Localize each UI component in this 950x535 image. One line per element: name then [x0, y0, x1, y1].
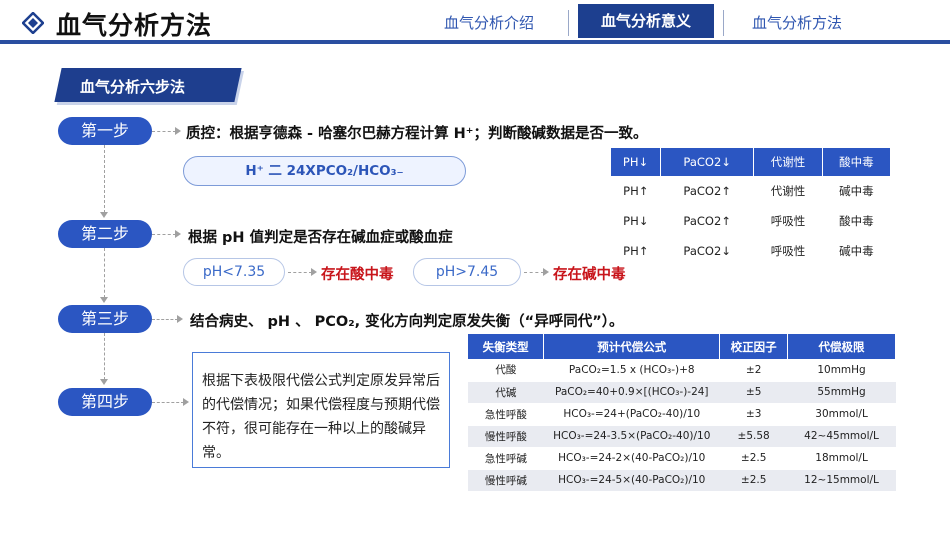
connector-line: [152, 234, 176, 235]
table-header: 代谢性: [753, 148, 823, 176]
table-cell: 碱中毒: [839, 184, 874, 198]
table-cell: 代酸: [468, 359, 544, 382]
table-header: 酸中毒: [822, 148, 892, 176]
table-cell: 呼吸性: [770, 214, 806, 228]
arrow-down-icon: [100, 379, 108, 385]
table-cell: ±5: [719, 381, 788, 404]
table-cell: 急性呼碱: [468, 447, 544, 470]
table-row: 急性呼碱 HCO₃-=24-2×(40-PaCO₂)/10 ±2.5 18mmo…: [468, 447, 896, 470]
table-cell: 呼吸性: [770, 244, 806, 258]
acidosis-result: 存在酸中毒: [321, 267, 394, 283]
arrow-down-icon: [100, 212, 108, 218]
table-row: 慢性呼酸 HCO₃-=24-3.5×(PaCO₂-40)/10 ±5.58 42…: [468, 425, 896, 448]
connector-line: [524, 272, 544, 273]
table-cell: 55mmHg: [787, 381, 896, 404]
connector-line: [152, 402, 184, 403]
table-cell: 10mmHg: [787, 359, 896, 382]
table-cell: HCO₃-=24-2×(40-PaCO₂)/10: [543, 447, 720, 470]
table-cell: 42~45mmol/L: [787, 425, 896, 448]
step-connector: [104, 145, 105, 213]
step-1-pill: 第一步: [58, 117, 152, 145]
acid-base-direction-table: PH↓ PaCO2↓ 代谢性 酸中毒 PH↑ PaCO2↑ 代谢性 碱中毒 PH…: [611, 148, 892, 266]
compensation-formula-table: 失衡类型 预计代偿公式 校正因子 代偿极限 代酸 PaCO₂=1.5 x (HC…: [468, 334, 896, 492]
ph-high-pill: pH>7.45: [413, 258, 521, 286]
table-row: PH↑ PaCO2↑ 代谢性 碱中毒: [611, 176, 891, 206]
page-title: 血气分析方法: [56, 11, 213, 40]
nav-tab-significance[interactable]: 血气分析意义: [578, 4, 714, 38]
step-connector: [104, 248, 105, 298]
step-4-pill: 第四步: [58, 388, 152, 416]
section-banner-label: 血气分析六步法: [80, 78, 186, 96]
arrow-right-icon: [175, 127, 181, 135]
table-row: 代碱 PaCO₂=40+0.9×[(HCO₃-)-24] ±5 55mmHg: [468, 381, 896, 404]
compensation-note: 根据下表极限代偿公式判定原发异常后的代偿情况；如果代偿程度与预期代偿不符，很可能…: [192, 352, 450, 468]
table-cell: 12~15mmol/L: [787, 469, 896, 492]
header-divider: [0, 40, 950, 44]
arrow-down-icon: [100, 297, 108, 303]
table-cell: 18mmol/L: [787, 447, 896, 470]
table-row: PH↑ PaCO2↓ 呼吸性 碱中毒: [611, 236, 891, 266]
step-3-pill: 第三步: [58, 305, 152, 333]
table-cell: PH↑: [623, 244, 649, 258]
arrow-right-icon: [183, 398, 189, 406]
table-cell: ±2.5: [719, 469, 788, 492]
table-cell: ±5.58: [719, 425, 788, 448]
step-1-text: 质控：根据亨德森 - 哈塞尔巴赫方程计算 H⁺；判断酸碱数据是否一致。: [186, 126, 648, 142]
connector-line: [152, 319, 178, 320]
table-cell: 酸中毒: [839, 214, 874, 228]
table-cell: ±3: [719, 403, 788, 426]
table-cell: HCO₃-=24+(PaCO₂-40)/10: [543, 403, 720, 426]
table-header: 代偿极限: [787, 334, 896, 359]
arrow-right-icon: [311, 268, 317, 276]
table-cell: PaCO2↑: [683, 184, 731, 198]
nav-separator: [568, 10, 569, 36]
table-cell: 慢性呼碱: [468, 469, 544, 492]
table-cell: ±2.5: [719, 447, 788, 470]
nav-separator: [723, 10, 724, 36]
table-cell: PH↑: [623, 184, 649, 198]
table-row: 代酸 PaCO₂=1.5 x (HCO₃-)+8 ±2 10mmHg: [468, 359, 896, 382]
table-cell: 代谢性: [770, 184, 806, 198]
arrow-right-icon: [543, 268, 549, 276]
table-header: 校正因子: [719, 334, 789, 359]
table-cell: PaCO₂=1.5 x (HCO₃-)+8: [543, 359, 720, 382]
table-header: 失衡类型: [468, 334, 545, 359]
table-cell: PaCO2↑: [683, 214, 731, 228]
diamond-icon: [22, 12, 44, 34]
step-2-text: 根据 pH 值判定是否存在碱血症或酸血症: [188, 230, 453, 246]
table-row: PH↓ PaCO2↑ 呼吸性 酸中毒: [611, 206, 891, 236]
nav-tab-method[interactable]: 血气分析方法: [752, 12, 842, 33]
arrow-right-icon: [177, 315, 183, 323]
nav-tab-intro[interactable]: 血气分析介绍: [444, 12, 534, 33]
henderson-formula: H⁺ 二 24XPCO₂/HCO₃₋: [183, 156, 466, 186]
table-cell: 代碱: [468, 381, 544, 404]
step-2-pill: 第二步: [58, 220, 152, 248]
table-header: PaCO2↓: [660, 148, 755, 176]
table-header: PH↓: [611, 148, 661, 176]
table-header: 预计代偿公式: [543, 334, 721, 359]
alkalosis-result: 存在碱中毒: [553, 267, 626, 283]
step-connector: [104, 333, 105, 380]
step-3-text: 结合病史、 pH 、 PCO₂, 变化方向判定原发失衡（“异呼同代”）。: [190, 314, 624, 330]
table-cell: PaCO₂=40+0.9×[(HCO₃-)-24]: [543, 381, 720, 404]
table-cell: 30mmol/L: [787, 403, 896, 426]
table-cell: 慢性呼酸: [468, 425, 544, 448]
table-cell: HCO₃-=24-3.5×(PaCO₂-40)/10: [543, 425, 720, 448]
table-cell: HCO₃-=24-5×(40-PaCO₂)/10: [543, 469, 720, 492]
table-cell: PaCO2↓: [683, 244, 731, 258]
table-row: 慢性呼碱 HCO₃-=24-5×(40-PaCO₂)/10 ±2.5 12~15…: [468, 469, 896, 492]
connector-line: [288, 272, 312, 273]
arrow-right-icon: [175, 230, 181, 238]
table-cell: 急性呼酸: [468, 403, 544, 426]
ph-low-pill: pH<7.35: [183, 258, 285, 286]
table-cell: 碱中毒: [839, 244, 874, 258]
table-row: 急性呼酸 HCO₃-=24+(PaCO₂-40)/10 ±3 30mmol/L: [468, 403, 896, 426]
table-cell: ±2: [719, 359, 788, 382]
connector-line: [152, 131, 176, 132]
table-cell: PH↓: [623, 214, 649, 228]
